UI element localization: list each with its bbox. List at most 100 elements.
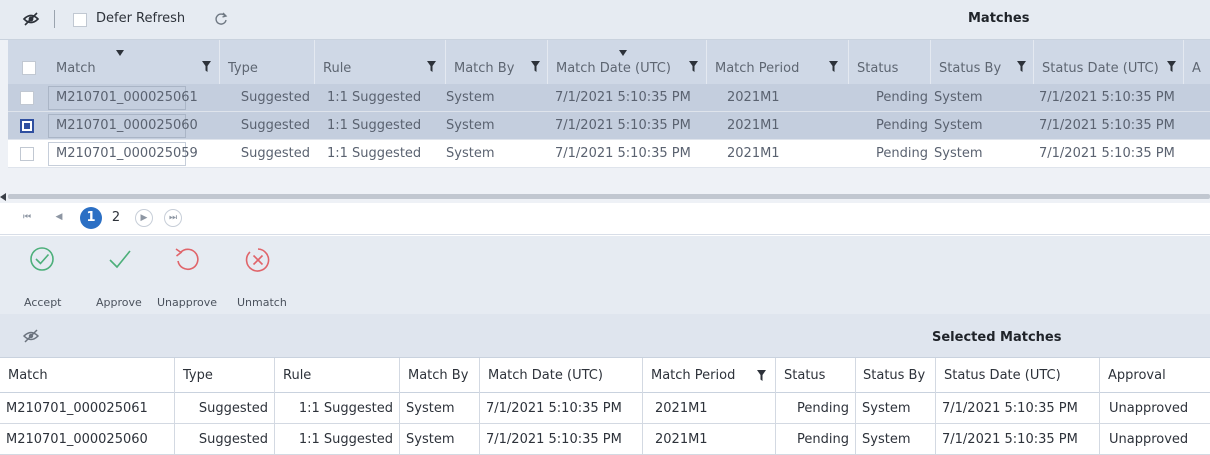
scroll-left-icon[interactable] [0,193,6,201]
status-by-cell: System [934,90,983,105]
row-checkbox-checked[interactable] [20,119,34,133]
column-header-status-by[interactable]: Status By [931,40,1034,84]
row-checkbox[interactable] [20,147,34,161]
match-id-cell: M210701_000025059 [48,142,198,166]
rule-cell: 1:1 Suggested [327,146,422,161]
match-by-cell: System [446,90,495,105]
unmatch-button[interactable]: Unmatch [228,236,288,314]
column-header-status-date[interactable]: Status Date (UTC) [1034,40,1184,84]
match-id-cell: M210701_000025060 [48,114,198,138]
match-id-cell: M210701_000025061 [0,393,175,424]
match-by-cell: System [400,424,480,455]
match-id-cell: M210701_000025060 [0,424,175,455]
column-header-status-date[interactable]: Status Date (UTC) [936,358,1100,393]
column-header-match[interactable]: Match [0,358,175,393]
match-period-cell: 2021M1 [643,424,776,455]
match-id-cell: M210701_000025061 [48,86,198,110]
row-checkbox[interactable] [20,91,34,105]
horizontal-scrollbar[interactable] [0,191,1210,203]
match-date-cell: 7/1/2021 5:10:35 PM [555,146,691,161]
match-by-cell: System [446,146,495,161]
approval-cell: Unapproved [1109,432,1189,447]
table-row[interactable]: M210701_000025061 Suggested 1:1 Suggeste… [0,393,1210,424]
filter-icon[interactable] [829,61,838,72]
status-date-cell: 7/1/2021 5:10:35 PM [1039,146,1175,161]
status-date-cell: 7/1/2021 5:10:35 PM [1039,90,1175,105]
status-by-cell: System [856,424,936,455]
match-period-cell: 2021M1 [727,90,780,105]
filter-icon[interactable] [531,61,540,72]
matches-title: Matches [968,11,1030,26]
match-date-cell: 7/1/2021 5:10:35 PM [555,118,691,133]
column-header-match-period[interactable]: Match Period [643,358,776,393]
table-row[interactable]: M210701_000025059 Suggested 1:1 Suggeste… [8,140,1210,168]
table-row[interactable]: M210701_000025060 Suggested 1:1 Suggeste… [8,112,1210,140]
table-row[interactable]: M210701_000025061 Suggested 1:1 Suggeste… [8,84,1210,112]
eye-off-icon[interactable] [22,327,40,345]
eye-off-icon[interactable] [22,10,40,28]
page-number[interactable]: 2 [105,207,127,229]
undo-circle-icon [173,246,201,274]
page-number-current[interactable]: 1 [80,207,102,229]
column-header-rule[interactable]: Rule [315,40,446,84]
approval-cell: Unapproved [1109,401,1189,416]
filter-icon[interactable] [1017,61,1026,72]
status-by-cell: System [856,393,936,424]
column-header-status[interactable]: Status [776,358,856,393]
column-header-approval[interactable]: A [1184,40,1210,84]
status-cell: Pending [776,424,856,455]
status-date-cell: 7/1/2021 5:10:35 PM [936,424,1100,455]
match-period-cell: 2021M1 [727,118,780,133]
prev-page-button[interactable]: ◀ [50,209,68,227]
rule-cell: 1:1 Suggested [327,90,422,105]
next-page-button[interactable]: ▶ [135,209,153,227]
column-header-match-by[interactable]: Match By [446,40,548,84]
column-header-match-by[interactable]: Match By [400,358,480,393]
unapprove-button[interactable]: Unapprove [151,236,221,314]
check-circle-icon [29,246,55,272]
match-by-cell: System [400,393,480,424]
defer-refresh-checkbox[interactable] [73,13,87,27]
filter-icon[interactable] [1167,61,1176,72]
accept-button[interactable]: Accept [18,236,64,314]
match-date-cell: 7/1/2021 5:10:35 PM [480,393,643,424]
status-cell: Pending [876,90,928,105]
type-cell: Suggested [175,393,275,424]
last-page-button[interactable]: ⏭ [164,209,182,227]
column-header-rule[interactable]: Rule [275,358,400,393]
match-period-cell: 2021M1 [727,146,780,161]
column-header-type[interactable]: Type [175,358,275,393]
selected-matches-toolbar: Selected Matches [0,314,1210,358]
scrollbar-thumb[interactable] [8,194,1210,199]
column-header-type[interactable]: Type [220,40,315,84]
column-header-match-period[interactable]: Match Period [707,40,849,84]
filter-icon[interactable] [757,370,766,381]
status-cell: Pending [876,118,928,133]
column-header-match[interactable]: Match [48,40,220,84]
status-date-cell: 7/1/2021 5:10:35 PM [1039,118,1175,133]
column-header-match-date[interactable]: Match Date (UTC) [480,358,643,393]
status-by-cell: System [934,118,983,133]
refresh-icon[interactable] [214,12,228,26]
column-header-match-date[interactable]: Match Date (UTC) [548,40,707,84]
filter-icon[interactable] [689,61,698,72]
match-by-cell: System [446,118,495,133]
selected-matches-header: Match Type Rule Match By Match Date (UTC… [0,358,1210,393]
pager: ⏮ ◀ 1 2 ▶ ⏭ [0,203,1210,235]
select-all-checkbox[interactable] [22,61,36,75]
filter-icon[interactable] [202,61,211,72]
x-circle-icon [244,246,272,274]
column-header-status-by[interactable]: Status By [856,358,936,393]
column-header-status[interactable]: Status [849,40,931,84]
column-header-approval[interactable]: Approval [1100,358,1210,393]
type-cell: Suggested [175,424,275,455]
table-row[interactable]: M210701_000025060 Suggested 1:1 Suggeste… [0,424,1210,455]
matches-toolbar: Defer Refresh Matches [0,0,1210,40]
sort-desc-icon [619,50,627,56]
match-period-cell: 2021M1 [643,393,776,424]
match-date-cell: 7/1/2021 5:10:35 PM [480,424,643,455]
first-page-button[interactable]: ⏮ [18,209,36,227]
filter-icon[interactable] [427,61,436,72]
action-toolbar: Accept Approve Unapprove Unmatch [0,236,1210,314]
approve-button[interactable]: Approve [92,236,148,314]
